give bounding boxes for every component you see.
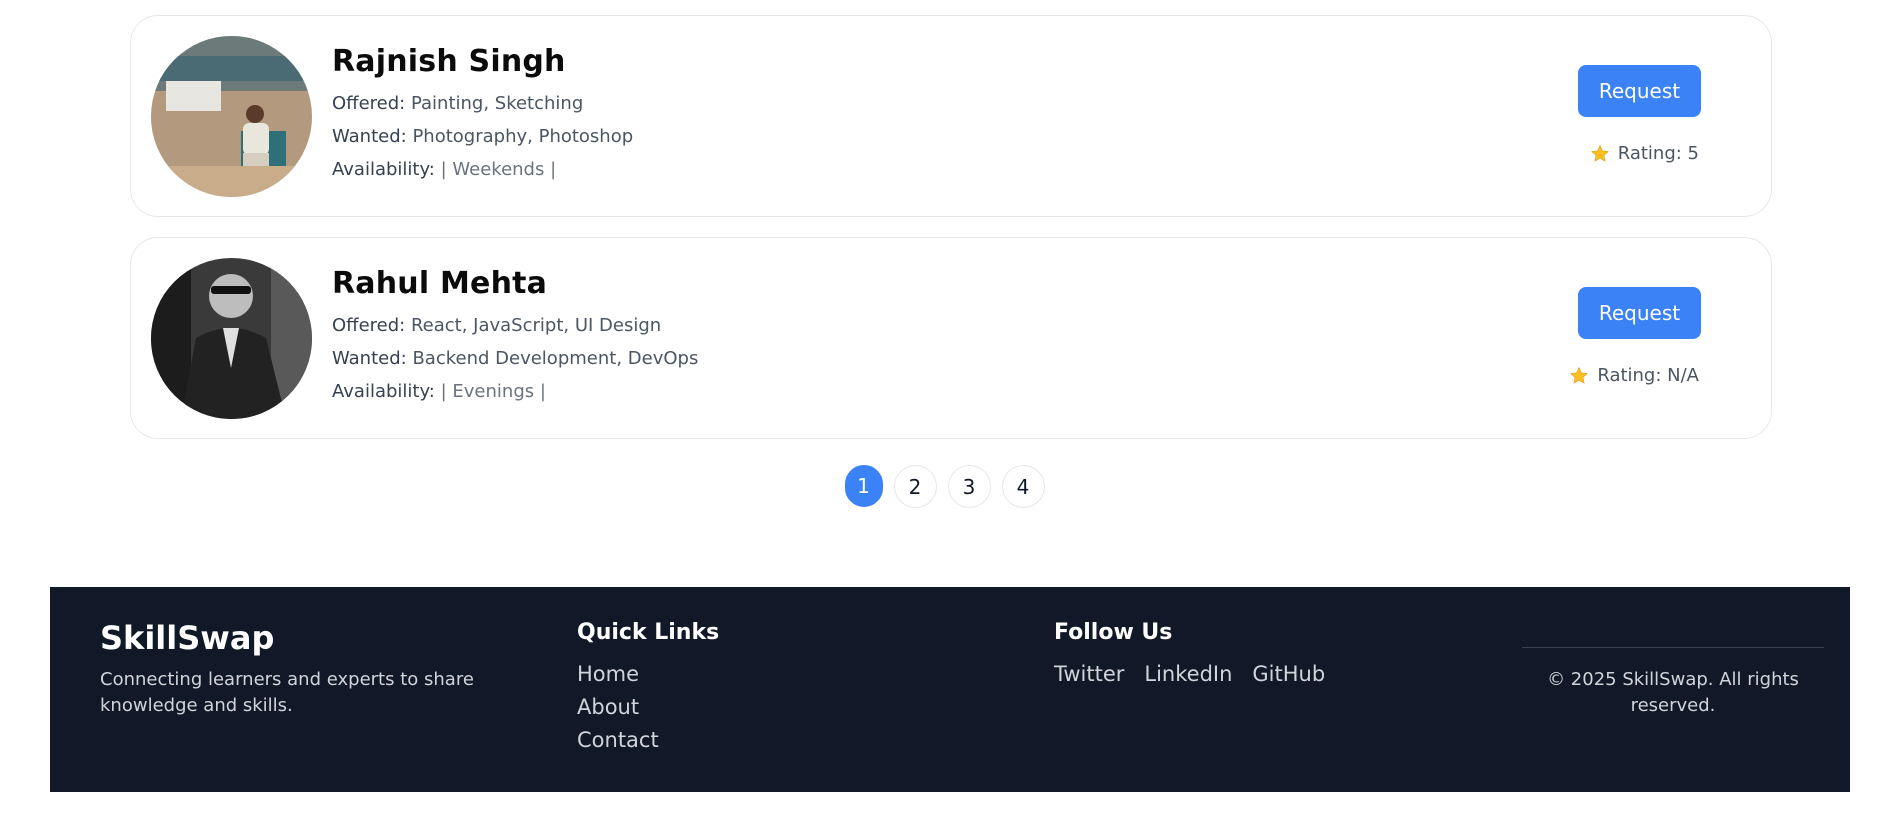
footer: SkillSwap Connecting learners and expert… <box>50 587 1850 792</box>
user-card: Rahul Mehta Offered: React, JavaScript, … <box>130 237 1772 439</box>
page-button-4[interactable]: 4 <box>1001 465 1045 508</box>
wanted-skills: Wanted: Photography, Photoshop <box>332 126 633 147</box>
footer-link-contact[interactable]: Contact <box>577 728 659 752</box>
wanted-value: Photography, Photoshop <box>412 126 634 147</box>
offered-value: React, JavaScript, UI Design <box>410 315 662 336</box>
offered-label: Offered: <box>332 315 406 336</box>
offered-skills: Offered: React, JavaScript, UI Design <box>332 315 698 336</box>
request-button[interactable]: Request <box>1578 65 1701 117</box>
footer-link-home[interactable]: Home <box>577 662 659 686</box>
wanted-label: Wanted: <box>332 348 407 369</box>
wanted-label: Wanted: <box>332 126 407 147</box>
request-button[interactable]: Request <box>1578 287 1701 339</box>
offered-value: Painting, Sketching <box>410 93 584 114</box>
user-card-list: Rajnish Singh Offered: Painting, Sketchi… <box>130 15 1772 459</box>
user-info: Rahul Mehta Offered: React, JavaScript, … <box>332 266 698 414</box>
social-links: Twitter LinkedIn GitHub <box>1054 662 1325 686</box>
availability-value: | Evenings | <box>440 381 546 402</box>
wanted-skills: Wanted: Backend Development, DevOps <box>332 348 698 369</box>
social-link-twitter[interactable]: Twitter <box>1054 662 1124 686</box>
rating: Rating: N/A <box>1569 365 1699 386</box>
pagination: 1 2 3 4 <box>0 465 1889 508</box>
availability: Availability: | Weekends | <box>332 159 633 180</box>
footer-divider <box>1522 647 1824 648</box>
social-link-github[interactable]: GitHub <box>1252 662 1325 686</box>
footer-brand: SkillSwap <box>100 619 275 657</box>
quick-links: Home About Contact <box>577 662 659 761</box>
star-icon <box>1570 366 1589 384</box>
user-avatar <box>151 36 312 197</box>
availability-label: Availability: <box>332 159 435 180</box>
footer-tagline: Connecting learners and experts to share… <box>100 669 474 716</box>
page-button-1[interactable]: 1 <box>844 465 883 507</box>
rating-value: Rating: N/A <box>1597 365 1699 386</box>
copyright: © 2025 SkillSwap. All rights reserved. <box>1547 669 1799 716</box>
rating-value: Rating: 5 <box>1617 143 1699 164</box>
user-name: Rajnish Singh <box>332 44 566 79</box>
availability: Availability: | Evenings | <box>332 381 698 402</box>
page-button-3[interactable]: 3 <box>947 465 991 508</box>
user-info: Rajnish Singh Offered: Painting, Sketchi… <box>332 44 633 192</box>
social-link-linkedin[interactable]: LinkedIn <box>1144 662 1232 686</box>
user-card: Rajnish Singh Offered: Painting, Sketchi… <box>130 15 1772 217</box>
rating: Rating: 5 <box>1590 143 1699 164</box>
wanted-value: Backend Development, DevOps <box>412 348 699 369</box>
availability-label: Availability: <box>332 381 435 402</box>
offered-skills: Offered: Painting, Sketching <box>332 93 633 114</box>
offered-label: Offered: <box>332 93 406 114</box>
follow-us-title: Follow Us <box>1054 620 1173 645</box>
page-button-2[interactable]: 2 <box>893 465 937 508</box>
user-avatar <box>151 258 312 419</box>
footer-link-about[interactable]: About <box>577 695 659 719</box>
star-icon <box>1590 144 1609 162</box>
user-name: Rahul Mehta <box>332 266 548 301</box>
quick-links-title: Quick Links <box>577 620 720 645</box>
availability-value: | Weekends | <box>440 159 557 180</box>
